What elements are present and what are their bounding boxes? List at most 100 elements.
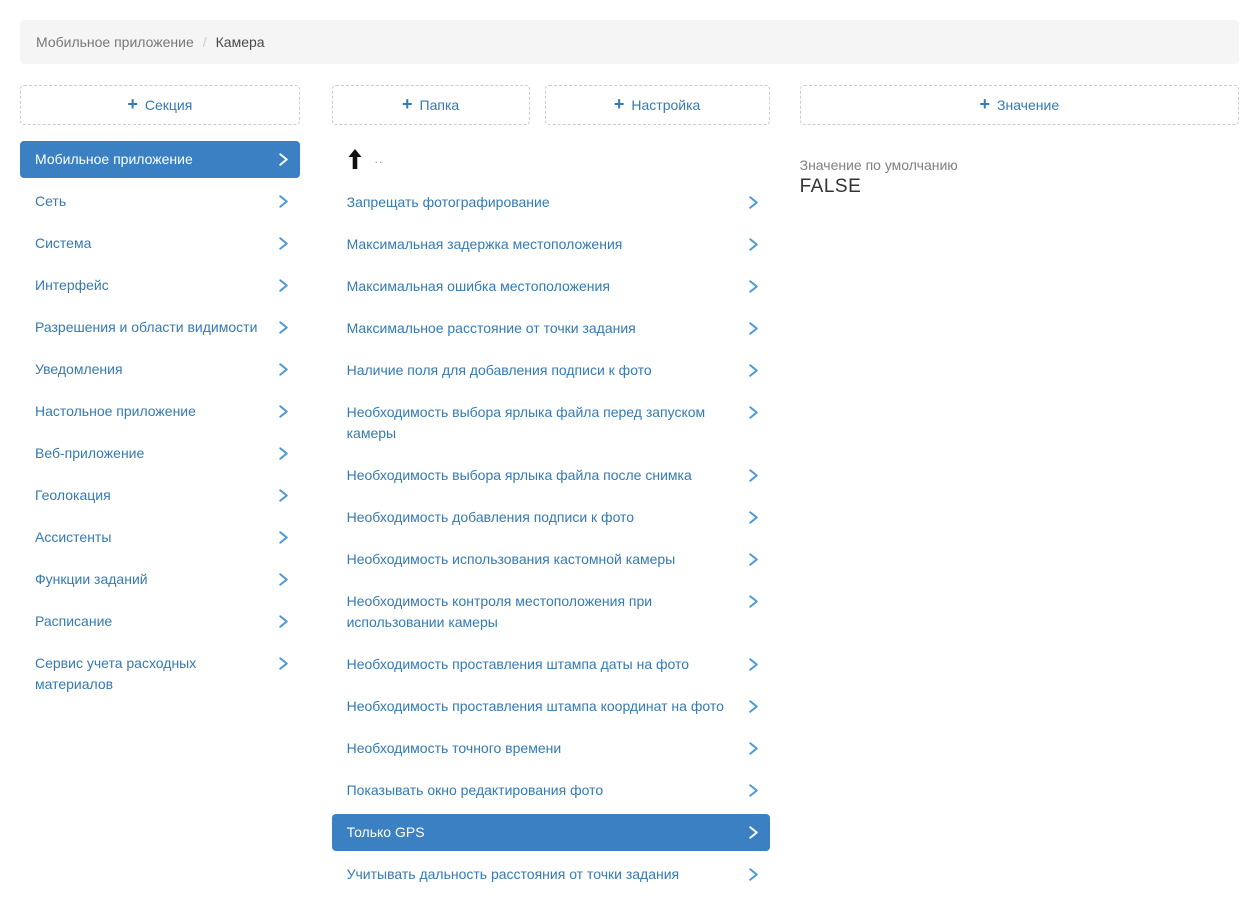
setting-item[interactable]: Максимальная ошибка местоположения [332, 268, 770, 305]
sidebar-item-label: Веб-приложение [35, 443, 277, 464]
setting-item-label: Необходимость контроля местоположения пр… [347, 591, 747, 633]
sidebar-item-label: Расписание [35, 611, 277, 632]
sidebar-item-label: Уведомления [35, 359, 277, 380]
plus-icon: + [127, 95, 138, 113]
setting-item[interactable]: Необходимость проставления штампа даты н… [332, 646, 770, 683]
add-section-button[interactable]: + Секция [20, 85, 300, 125]
sidebar-item[interactable]: Сервис учета расходных материалов [20, 645, 300, 703]
chevron-right-icon [747, 826, 760, 839]
setting-item[interactable]: Необходимость выбора ярлыка файла перед … [332, 394, 770, 452]
sidebar-item[interactable]: Функции заданий [20, 561, 300, 598]
plus-icon: + [402, 95, 413, 113]
sidebar-item-label: Функции заданий [35, 569, 277, 590]
add-section-label: Секция [145, 97, 192, 113]
setting-item[interactable]: Необходимость использования кастомной ка… [332, 541, 770, 578]
chevron-right-icon [277, 489, 290, 502]
setting-item[interactable]: Необходимость точного времени [332, 730, 770, 767]
setting-item[interactable]: Наличие поля для добавления подписи к фо… [332, 352, 770, 389]
settings-page: Мобильное приложение / Камера + Секция М… [0, 0, 1259, 904]
sidebar-item[interactable]: Настольное приложение [20, 393, 300, 430]
chevron-right-icon [747, 595, 760, 608]
sidebar-item-label: Система [35, 233, 277, 254]
setting-item-label: Учитывать дальность расстояния от точки … [347, 864, 747, 885]
up-arrow-icon [348, 149, 362, 169]
chevron-right-icon [747, 364, 760, 377]
sidebar-item[interactable]: Расписание [20, 603, 300, 640]
chevron-right-icon [277, 237, 290, 250]
sidebar-item[interactable]: Уведомления [20, 351, 300, 388]
setting-item-label: Максимальное расстояние от точки задания [347, 318, 747, 339]
sidebar-item[interactable]: Система [20, 225, 300, 262]
chevron-right-icon [747, 511, 760, 524]
default-value-label: Значение по умолчанию [800, 157, 1239, 174]
setting-item-label: Наличие поля для добавления подписи к фо… [347, 360, 747, 381]
chevron-right-icon [277, 447, 290, 460]
setting-item[interactable]: Учитывать дальность расстояния от точки … [332, 856, 770, 893]
chevron-right-icon [277, 405, 290, 418]
sidebar-item[interactable]: Мобильное приложение [20, 141, 300, 178]
setting-item[interactable]: Максимальная задержка местоположения [332, 226, 770, 263]
setting-item-label: Максимальная ошибка местоположения [347, 276, 747, 297]
setting-item-label: Необходимость точного времени [347, 738, 747, 759]
setting-item-label: Показывать окно редактирования фото [347, 780, 747, 801]
setting-item[interactable]: Показывать окно редактирования фото [332, 772, 770, 809]
setting-item[interactable]: Только GPS [332, 814, 770, 851]
chevron-right-icon [277, 321, 290, 334]
setting-item-label: Только GPS [347, 822, 747, 843]
sidebar-item[interactable]: Ассистенты [20, 519, 300, 556]
chevron-right-icon [277, 195, 290, 208]
add-value-label: Значение [997, 97, 1059, 113]
chevron-right-icon [277, 363, 290, 376]
add-folder-button[interactable]: + Папка [332, 85, 530, 125]
setting-item[interactable]: Запрещать фотографирование [332, 184, 770, 221]
sidebar-item-label: Сервис учета расходных материалов [35, 653, 277, 695]
setting-item[interactable]: Необходимость выбора ярлыка файла после … [332, 457, 770, 494]
settings-list: Запрещать фотографирование Максимальная … [332, 184, 770, 893]
sections-column: + Секция Мобильное приложение Сеть [20, 85, 300, 708]
sidebar-item-label: Геолокация [35, 485, 277, 506]
setting-item[interactable]: Необходимость контроля местоположения пр… [332, 583, 770, 641]
sidebar-item[interactable]: Разрешения и области видимости [20, 309, 300, 346]
setting-item[interactable]: Необходимость добавления подписи к фото [332, 499, 770, 536]
sidebar-item[interactable]: Сеть [20, 183, 300, 220]
chevron-right-icon [747, 784, 760, 797]
sidebar-item-label: Ассистенты [35, 527, 277, 548]
parent-folder-label: .. [375, 152, 384, 166]
sidebar-item-label: Разрешения и области видимости [35, 317, 277, 338]
setting-item[interactable]: Максимальное расстояние от точки задания [332, 310, 770, 347]
settings-column: + Папка + Настройка .. Запрещать фото [332, 85, 770, 898]
chevron-right-icon [277, 153, 290, 166]
breadcrumb-separator: / [203, 34, 207, 50]
chevron-right-icon [747, 280, 760, 293]
add-setting-button[interactable]: + Настройка [545, 85, 770, 125]
chevron-right-icon [277, 657, 290, 670]
setting-item-label: Необходимость выбора ярлыка файла перед … [347, 402, 747, 444]
chevron-right-icon [277, 531, 290, 544]
sidebar-item[interactable]: Веб-приложение [20, 435, 300, 472]
parent-folder-link[interactable]: .. [348, 149, 770, 169]
sections-list: Мобильное приложение Сеть Систем [20, 141, 300, 703]
setting-item-label: Необходимость добавления подписи к фото [347, 507, 747, 528]
add-setting-label: Настройка [631, 97, 700, 113]
breadcrumb-parent-link[interactable]: Мобильное приложение [36, 34, 194, 50]
chevron-right-icon [747, 406, 760, 419]
plus-icon: + [980, 95, 991, 113]
chevron-right-icon [747, 553, 760, 566]
sidebar-item[interactable]: Интерфейс [20, 267, 300, 304]
chevron-right-icon [747, 742, 760, 755]
setting-item-label: Необходимость выбора ярлыка файла после … [347, 465, 747, 486]
add-value-button[interactable]: + Значение [800, 85, 1239, 125]
chevron-right-icon [747, 196, 760, 209]
chevron-right-icon [277, 279, 290, 292]
chevron-right-icon [277, 615, 290, 628]
breadcrumb-current: Камера [216, 34, 265, 50]
sidebar-item[interactable]: Геолокация [20, 477, 300, 514]
add-folder-label: Папка [420, 97, 460, 113]
default-value-text: FALSE [800, 175, 1239, 199]
chevron-right-icon [747, 658, 760, 671]
setting-item[interactable]: Необходимость проставления штампа коорди… [332, 688, 770, 725]
chevron-right-icon [747, 322, 760, 335]
breadcrumb: Мобильное приложение / Камера [20, 20, 1239, 64]
setting-item-label: Необходимость проставления штампа коорди… [347, 696, 747, 717]
values-column: + Значение Значение по умолчанию FALSE [800, 85, 1239, 199]
